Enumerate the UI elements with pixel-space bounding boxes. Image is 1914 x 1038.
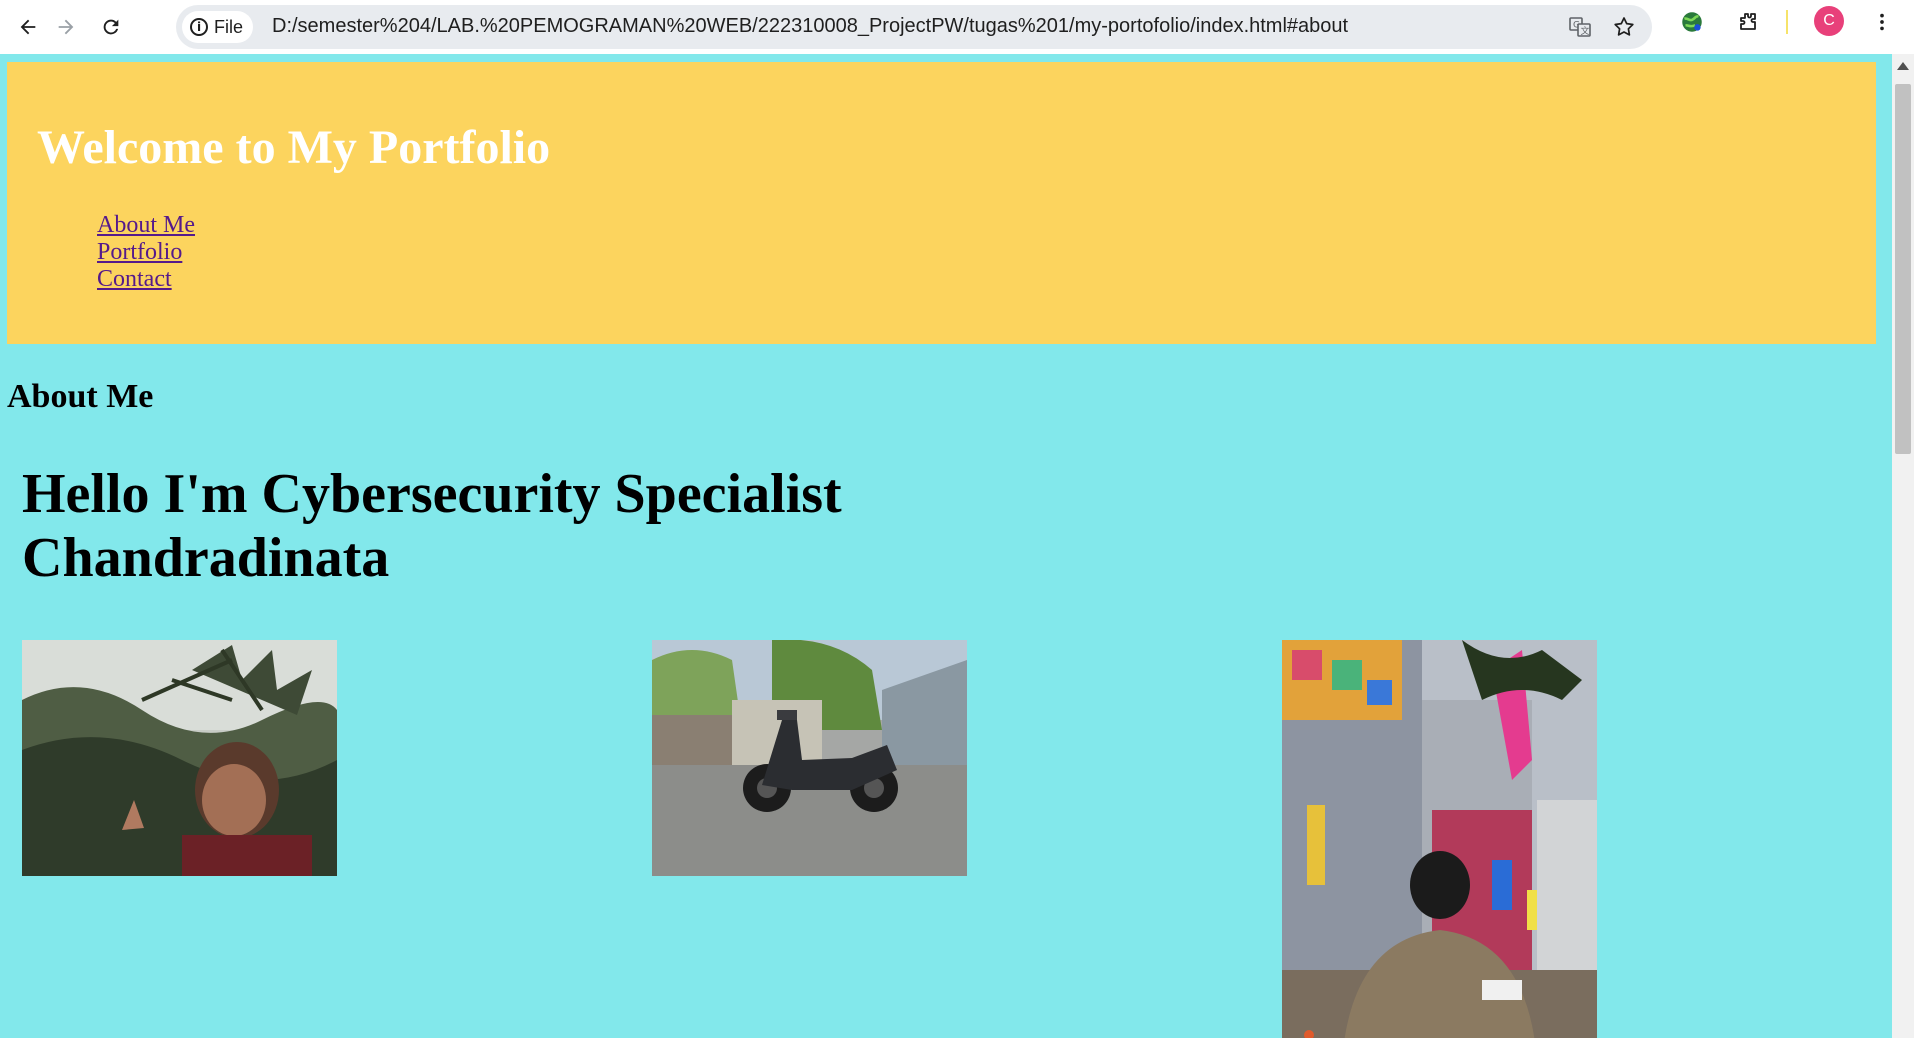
forward-button[interactable] <box>48 9 84 45</box>
profile-avatar[interactable]: C <box>1814 6 1844 36</box>
nav-item-about: About Me <box>97 212 195 239</box>
back-button[interactable] <box>10 9 46 45</box>
url-text[interactable]: D:/semester%204/LAB.%20PEMOGRAMAN%20WEB/… <box>272 5 1348 49</box>
extension-globe-icon[interactable] <box>1676 6 1708 38</box>
site-header: Welcome to My Portfolio About Me Portfol… <box>7 62 1876 344</box>
browser-toolbar: i File D:/semester%204/LAB.%20PEMOGRAMAN… <box>0 0 1914 54</box>
main-nav: About Me Portfolio Contact <box>97 212 195 293</box>
puzzle-icon[interactable] <box>1732 6 1764 38</box>
back-icon <box>20 19 36 35</box>
site-chip-label: File <box>214 16 244 37</box>
reload-button[interactable] <box>93 9 129 45</box>
page-viewport: Welcome to My Portfolio About Me Portfol… <box>0 54 1892 1038</box>
translate-icon[interactable]: G文 <box>1566 13 1594 41</box>
page-scrollbar[interactable] <box>1892 54 1914 1038</box>
nav-link-about[interactable]: About Me <box>97 212 195 238</box>
star-icon[interactable] <box>1610 13 1638 41</box>
hello-heading: Hello I'm Cybersecurity Specialist Chand… <box>22 462 842 590</box>
scroll-thumb[interactable] <box>1895 84 1911 454</box>
address-bar[interactable]: i File D:/semester%204/LAB.%20PEMOGRAMAN… <box>176 5 1652 49</box>
photo-motorcycle <box>652 640 967 876</box>
photo-forest-selfie <box>22 640 337 876</box>
reload-icon <box>103 19 119 35</box>
nav-item-contact: Contact <box>97 266 195 293</box>
photo-mall-person <box>1282 640 1597 1038</box>
nav-link-contact[interactable]: Contact <box>97 266 172 292</box>
toolbar-divider <box>1786 10 1788 34</box>
page-title: Welcome to My Portfolio <box>37 121 551 174</box>
hello-line-2: Chandradinata <box>22 527 390 589</box>
kebab-menu-icon[interactable] <box>1866 6 1898 38</box>
site-info-chip[interactable]: i File <box>182 11 254 43</box>
forward-icon <box>58 19 74 35</box>
scroll-up-arrow-icon[interactable] <box>1897 62 1909 70</box>
info-icon: i <box>190 18 208 36</box>
nav-link-portfolio[interactable]: Portfolio <box>97 239 182 265</box>
svg-text:文: 文 <box>1581 25 1590 37</box>
about-heading: About Me <box>7 378 154 415</box>
hello-line-1: Hello I'm Cybersecurity Specialist <box>22 463 842 525</box>
nav-item-portfolio: Portfolio <box>97 239 195 266</box>
